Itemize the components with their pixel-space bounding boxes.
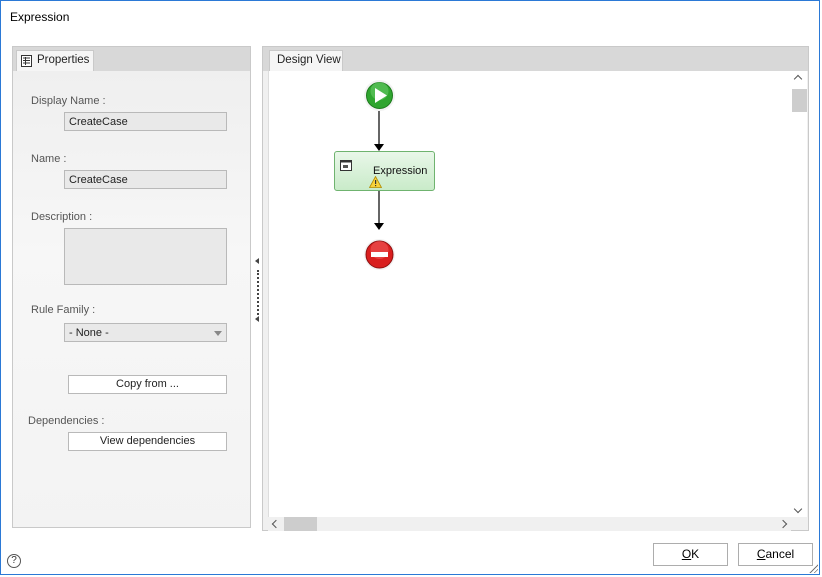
name-label: Name : [31, 153, 67, 165]
cancel-label-rest: ancel [765, 547, 795, 561]
tab-design-view[interactable]: Design View [269, 50, 343, 71]
end-node[interactable] [363, 238, 396, 271]
scroll-up-icon[interactable] [793, 74, 803, 84]
rule-family-value: - None - [69, 327, 109, 339]
help-icon[interactable]: ? [7, 554, 21, 568]
display-name-label: Display Name : [31, 95, 106, 107]
vertical-scrollbar[interactable] [791, 71, 807, 517]
play-icon [364, 80, 395, 111]
ok-label-rest: K [691, 547, 700, 561]
ok-mnemonic: O [681, 547, 692, 561]
document-icon [340, 160, 352, 171]
view-dependencies-button[interactable]: View dependencies [68, 432, 227, 451]
properties-grid-icon [21, 55, 32, 67]
scroll-down-icon[interactable] [793, 504, 803, 514]
tab-properties[interactable]: Properties [16, 50, 94, 71]
properties-panel: Properties Display Name : CreateCase Nam… [12, 46, 251, 528]
horizontal-scrollbar[interactable] [268, 517, 791, 531]
window-title: Expression [10, 10, 70, 24]
rule-family-select[interactable]: - None - [64, 323, 227, 342]
scroll-left-icon[interactable] [271, 519, 281, 529]
collapse-left-icon-lower[interactable] [255, 316, 259, 322]
properties-tabbar: Properties [13, 47, 250, 71]
design-canvas[interactable]: Expression [268, 71, 792, 517]
description-label: Description : [31, 211, 93, 223]
ok-button[interactable]: OK [653, 543, 728, 566]
start-node[interactable] [363, 79, 396, 112]
copy-from-button[interactable]: Copy from ... [68, 375, 227, 394]
stop-icon [364, 239, 395, 270]
warning-icon [369, 176, 382, 188]
dependencies-label: Dependencies : [28, 415, 105, 427]
tab-design-view-label: Design View [277, 54, 341, 66]
horizontal-scroll-thumb[interactable] [284, 517, 317, 531]
design-view-panel: Design View Expression [262, 46, 809, 531]
tab-properties-label: Properties [37, 54, 90, 66]
splitter-grip[interactable] [257, 270, 260, 315]
properties-body: Display Name : CreateCase Name : CreateC… [13, 71, 250, 527]
description-field[interactable] [64, 228, 227, 285]
rule-family-label: Rule Family : [31, 304, 96, 316]
flow-connectors [374, 111, 384, 230]
expression-node[interactable]: Expression [334, 151, 435, 191]
scroll-right-icon[interactable] [778, 519, 788, 529]
display-name-field[interactable]: CreateCase [64, 112, 227, 131]
name-field[interactable]: CreateCase [64, 170, 227, 189]
collapse-left-icon[interactable] [255, 258, 259, 264]
design-tabbar: Design View [263, 47, 808, 71]
vertical-scroll-thumb[interactable] [792, 89, 807, 112]
panel-splitter[interactable] [252, 46, 261, 528]
chevron-down-icon [214, 331, 222, 336]
cancel-button[interactable]: Cancel [738, 543, 813, 566]
